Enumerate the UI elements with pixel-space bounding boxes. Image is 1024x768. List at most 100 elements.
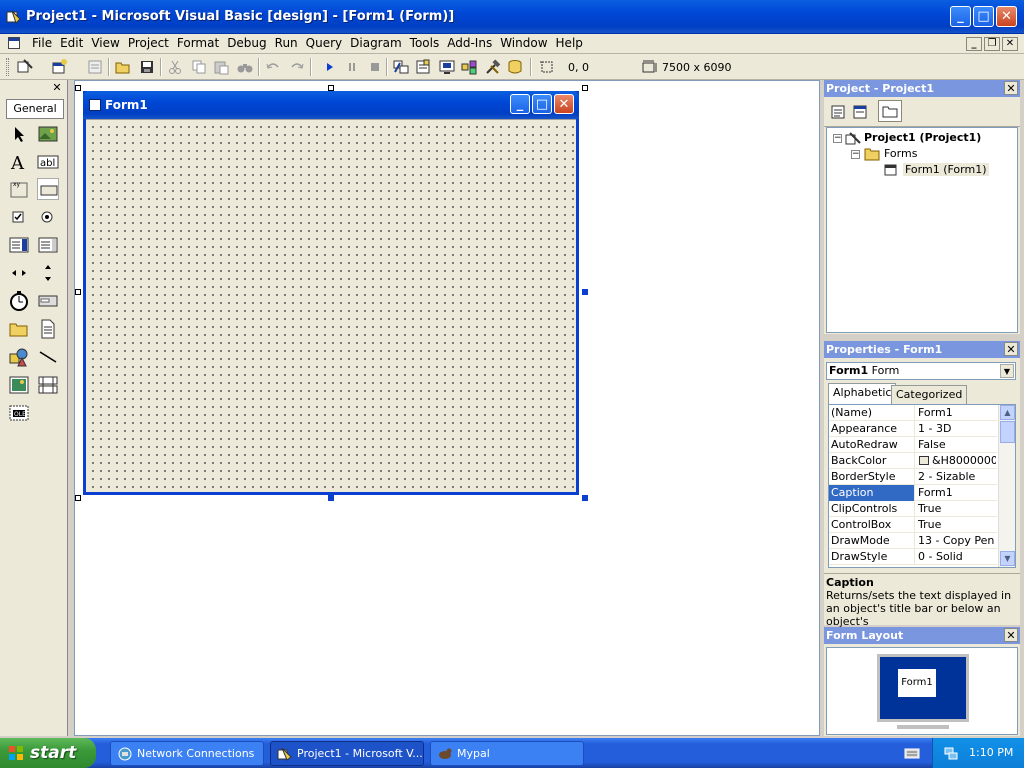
mdi-close-button[interactable]: ✕ (1002, 37, 1018, 51)
tab-categorized[interactable]: Categorized (891, 385, 968, 404)
toolbox-button[interactable] (484, 58, 502, 76)
vscrollbar-icon[interactable] (37, 262, 59, 284)
menu-add-ins[interactable]: Add-Ins (443, 36, 496, 51)
form1-title-bar[interactable]: Form1 _ □ ✕ (83, 91, 579, 119)
tab-alphabetic[interactable]: Alphabetic (828, 383, 897, 405)
resize-handle-s[interactable] (328, 495, 334, 501)
menu-diagram[interactable]: Diagram (346, 36, 406, 51)
properties-window-button[interactable] (414, 58, 432, 76)
filelistbox-icon[interactable] (37, 318, 59, 340)
menu-editor-button[interactable] (86, 58, 104, 76)
form-layout-close-button[interactable]: ✕ (1004, 628, 1018, 642)
mdi-form-icon[interactable] (8, 37, 20, 49)
property-row[interactable]: AutoRedraw False (829, 437, 997, 453)
tree-item-form1[interactable]: Form1 (Form1) (903, 163, 989, 176)
menu-project[interactable]: Project (124, 36, 173, 51)
chevron-down-icon[interactable]: ▼ (1000, 364, 1014, 378)
break-button[interactable] (343, 58, 361, 76)
menu-tools[interactable]: Tools (406, 36, 444, 51)
menu-format[interactable]: Format (173, 36, 223, 51)
mdi-restore-button[interactable]: ❐ (984, 37, 1000, 51)
scroll-up-icon[interactable]: ▲ (1000, 405, 1015, 420)
property-row[interactable]: DrawStyle 0 - Solid (829, 549, 997, 565)
resize-handle-w[interactable] (75, 289, 81, 295)
form-close-button[interactable]: ✕ (554, 94, 574, 114)
property-row[interactable]: BorderStyle 2 - Sizable (829, 469, 997, 485)
hscrollbar-icon[interactable] (8, 262, 30, 284)
tree-item-project1[interactable]: Project1 (Project1) (864, 131, 981, 144)
project-panel-close-button[interactable]: ✕ (1004, 81, 1018, 95)
resize-handle-se[interactable] (582, 495, 588, 501)
find-button[interactable] (236, 58, 254, 76)
object-selector-combo[interactable]: Form1 Form ▼ (826, 362, 1016, 380)
property-row[interactable]: ClipControls True (829, 501, 997, 517)
property-grid-scrollbar[interactable]: ▲ ▼ (998, 405, 1015, 567)
tree-collapse-icon[interactable]: − (833, 134, 842, 143)
resize-handle-n[interactable] (328, 85, 334, 91)
menu-window[interactable]: Window (496, 36, 551, 51)
toolbar-grip[interactable] (6, 58, 9, 76)
scroll-down-icon[interactable]: ▼ (1000, 551, 1015, 566)
open-project-button[interactable] (114, 58, 132, 76)
taskbar-item-mypal[interactable]: Mypal (430, 741, 584, 766)
properties-panel-close-button[interactable]: ✕ (1004, 342, 1018, 356)
property-row[interactable]: BackColor&H8000000F (829, 453, 997, 469)
resize-handle-e[interactable] (582, 289, 588, 295)
taskbar-item-network-connections[interactable]: Network Connections (110, 741, 264, 766)
taskbar-item-visual-basic[interactable]: Project1 - Microsoft V... (270, 741, 424, 766)
tree-item-forms[interactable]: Forms (884, 147, 917, 160)
resize-handle-nw[interactable] (75, 85, 81, 91)
add-project-button[interactable] (16, 58, 34, 76)
property-row[interactable]: (Name) Form1 (829, 405, 997, 421)
end-button[interactable] (366, 58, 384, 76)
shape-icon[interactable] (8, 346, 30, 368)
layout-form-preview[interactable]: Form1 (898, 669, 936, 697)
drivelistbox-icon[interactable] (37, 290, 59, 312)
timer-icon[interactable] (8, 290, 30, 312)
property-row-selected[interactable]: Caption Form1 (829, 485, 997, 501)
data-view-button[interactable] (506, 58, 524, 76)
menu-file[interactable]: File (28, 36, 56, 51)
listbox-icon[interactable] (37, 234, 59, 256)
line-icon[interactable] (37, 346, 59, 368)
property-row[interactable]: Appearance 1 - 3D (829, 421, 997, 437)
resize-handle-sw[interactable] (75, 495, 81, 501)
start-button[interactable]: start (0, 738, 96, 768)
maximize-button[interactable]: □ (973, 6, 994, 27)
close-button[interactable]: ✕ (996, 6, 1017, 27)
menu-query[interactable]: Query (302, 36, 346, 51)
label-icon[interactable]: A (8, 151, 30, 174)
picturebox-icon[interactable] (37, 123, 59, 145)
pointer-icon[interactable] (8, 123, 30, 145)
copy-button[interactable] (190, 58, 208, 76)
view-object-icon[interactable] (852, 104, 868, 120)
undo-button[interactable] (264, 58, 282, 76)
redo-button[interactable] (288, 58, 306, 76)
toolbox-tab-general[interactable]: General (6, 99, 64, 119)
menu-help[interactable]: Help (552, 36, 587, 51)
menu-debug[interactable]: Debug (223, 36, 270, 51)
property-row[interactable]: DrawMode 13 - Copy Pen (829, 533, 997, 549)
textbox-icon[interactable]: abl (37, 151, 59, 173)
cut-button[interactable] (166, 58, 184, 76)
ole-icon[interactable]: OLE (8, 402, 30, 424)
menu-edit[interactable]: Edit (56, 36, 87, 51)
image-icon[interactable] (8, 374, 30, 396)
mdi-minimize-button[interactable]: _ (966, 37, 982, 51)
minimize-button[interactable]: _ (950, 6, 971, 27)
start-button[interactable] (320, 58, 338, 76)
system-clock[interactable]: 1:10 PM (969, 746, 1013, 759)
menu-run[interactable]: Run (271, 36, 302, 51)
form-minimize-button[interactable]: _ (510, 94, 530, 114)
tree-collapse-icon[interactable]: − (851, 150, 860, 159)
frame-icon[interactable]: xy (8, 178, 30, 200)
form-maximize-button[interactable]: □ (532, 94, 552, 114)
project-explorer-button[interactable] (392, 58, 410, 76)
dirlistbox-icon[interactable] (8, 318, 30, 340)
keyboard-tray-icon[interactable] (904, 745, 920, 761)
optionbutton-icon[interactable] (37, 206, 59, 228)
object-browser-button[interactable] (460, 58, 478, 76)
network-tray-icon[interactable] (943, 745, 959, 761)
form1-window[interactable]: Form1 _ □ ✕ (83, 91, 579, 495)
scrollbar-thumb[interactable] (1000, 421, 1015, 443)
